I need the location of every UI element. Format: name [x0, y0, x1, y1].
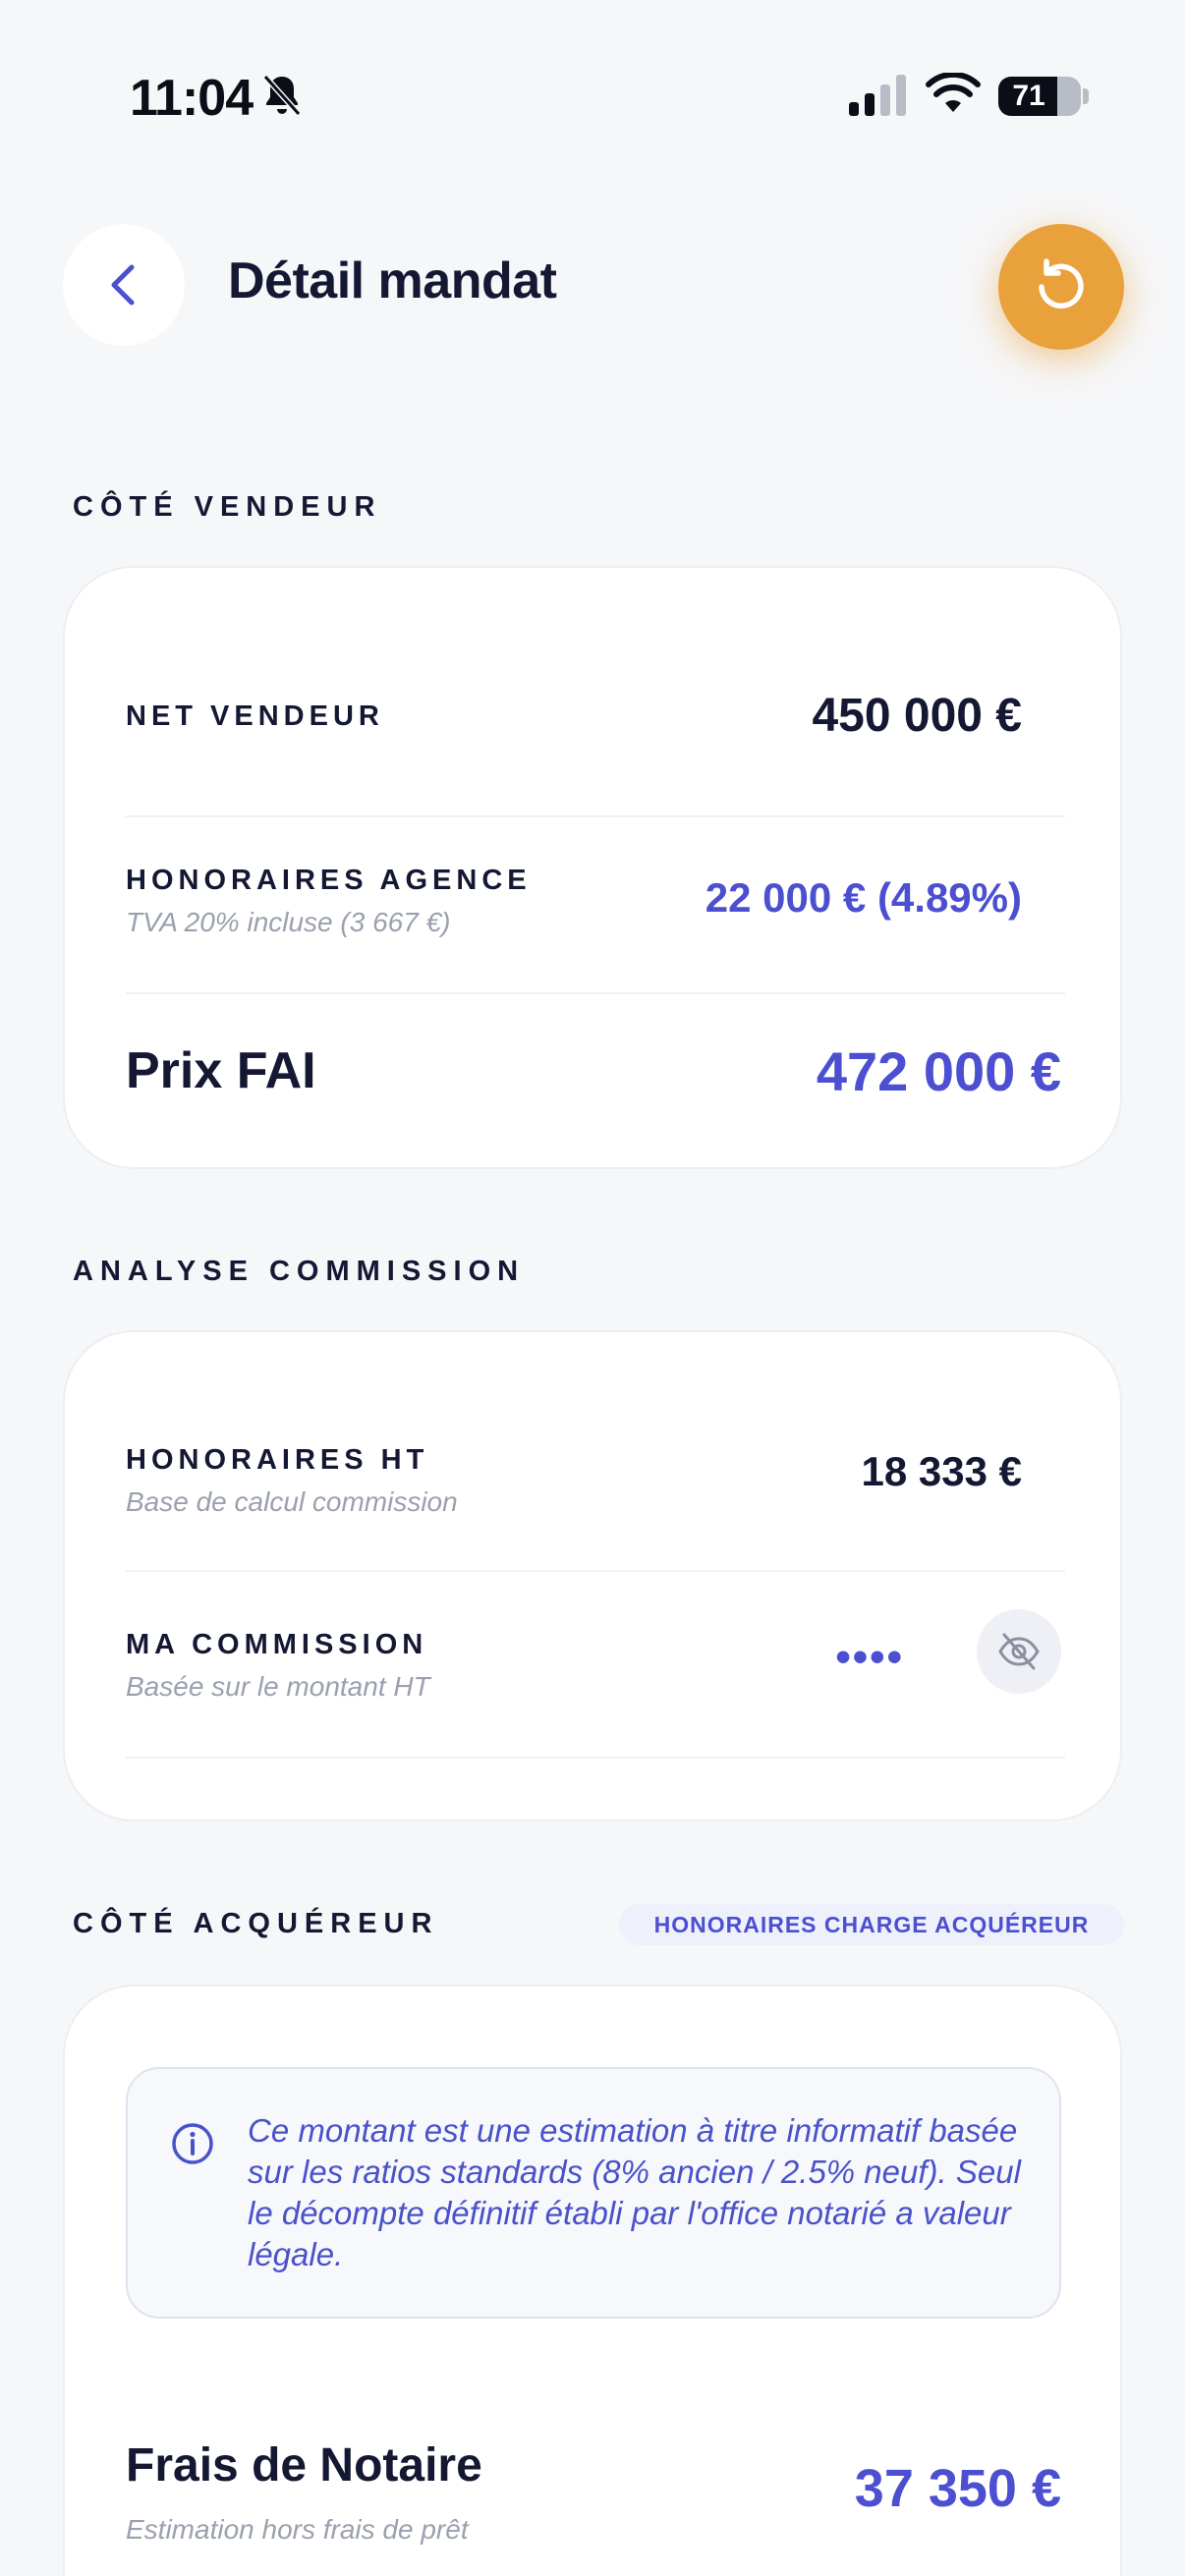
fees-ht-value: 18 333 € — [861, 1448, 1023, 1494]
divider — [126, 815, 1065, 817]
buyer-fees-badge: HONORAIRES CHARGE ACQUÉREUR — [619, 1904, 1124, 1945]
chevron-left-icon — [111, 264, 135, 306]
bell-muted-icon — [262, 74, 302, 117]
battery-icon: 71 — [998, 77, 1081, 116]
net-seller-row: NET VENDEUR 450 000 € — [126, 690, 1061, 742]
divider — [126, 992, 1065, 994]
seller-card: NET VENDEUR 450 000 € HONORAIRES AGENCE … — [63, 566, 1122, 1169]
commission-card: HONORAIRES HT Base de calcul commission … — [63, 1330, 1122, 1821]
info-notice: Ce montant est une estimation à titre in… — [126, 2067, 1061, 2319]
seller-section-heading: CÔTÉ VENDEUR — [73, 491, 382, 523]
divider — [126, 1757, 1065, 1759]
my-commission-sublabel: Basée sur le montant HT — [126, 1671, 430, 1702]
cellular-signal-icon — [849, 75, 906, 116]
eye-off-icon — [998, 1633, 1040, 1670]
my-commission-label: MA COMMISSION — [126, 1629, 428, 1660]
agency-fees-value: 22 000 € (4.89%) — [705, 874, 1022, 921]
my-commission-row: MA COMMISSION Basée sur le montant HT ••… — [126, 1609, 1061, 1703]
agency-fees-row: HONORAIRES AGENCE TVA 20% incluse (3 667… — [126, 865, 1061, 938]
fai-price-row: Prix FAI 472 000 € — [126, 1040, 1061, 1102]
battery-tip — [1083, 88, 1089, 104]
net-seller-value: 450 000 € — [812, 690, 1022, 742]
my-commission-masked-value: •••• — [835, 1633, 904, 1681]
buyer-card: Ce montant est une estimation à titre in… — [63, 1985, 1122, 2576]
status-time: 11:04 — [130, 70, 254, 127]
notary-fees-row: Frais de Notaire Estimation hors frais d… — [126, 2438, 1061, 2546]
info-text: Ce montant est une estimation à titre in… — [248, 2112, 1021, 2272]
buyer-section-heading: CÔTÉ ACQUÉREUR — [73, 1908, 439, 1939]
fees-ht-row: HONORAIRES HT Base de calcul commission … — [126, 1444, 1061, 1518]
reset-icon — [1039, 258, 1084, 308]
info-icon — [172, 2123, 213, 2164]
wifi-icon — [926, 73, 981, 112]
page-title: Détail mandat — [228, 252, 557, 309]
fai-price-value: 472 000 € — [816, 1040, 1061, 1102]
status-bar: 11:04 71 — [0, 0, 1185, 187]
divider — [126, 1570, 1065, 1572]
back-button[interactable] — [63, 224, 185, 346]
notary-fees-value: 37 350 € — [854, 2459, 1061, 2518]
toggle-visibility-button[interactable] — [977, 1609, 1061, 1694]
battery-percentage: 71 — [1012, 80, 1045, 112]
commission-section-heading: ANALYSE COMMISSION — [73, 1256, 526, 1287]
reset-button[interactable] — [998, 224, 1124, 350]
